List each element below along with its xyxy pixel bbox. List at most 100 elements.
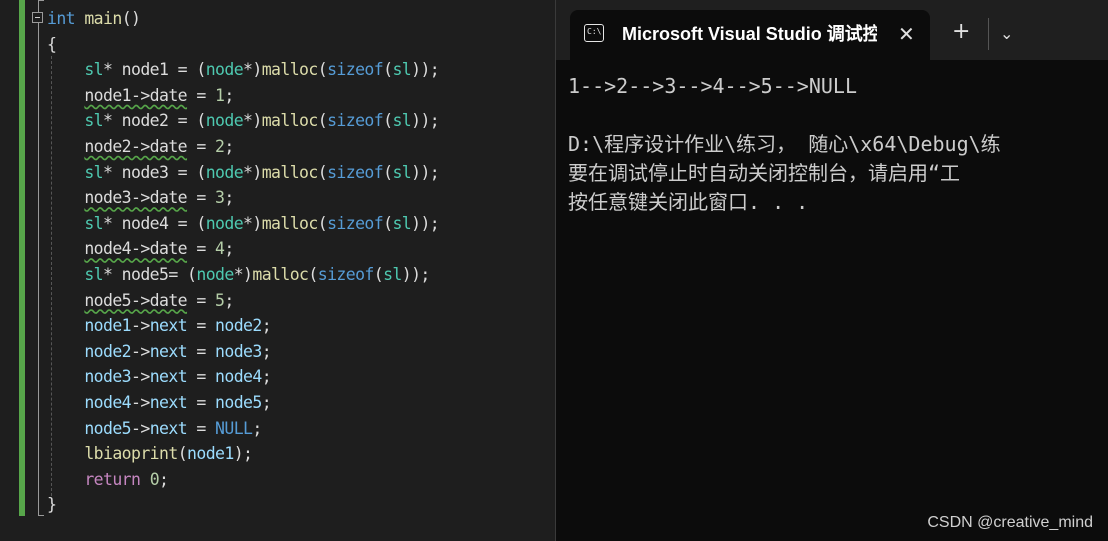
- code-token: ->: [131, 418, 150, 438]
- code-token: ->: [131, 393, 150, 412]
- code-token: sl: [84, 265, 104, 284]
- code-line[interactable]: {: [47, 32, 57, 57]
- code-token: lbiaoprint: [84, 444, 178, 464]
- code-line[interactable]: node4->next = node5;: [47, 390, 271, 415]
- code-token: node1: [84, 316, 132, 336]
- code-line[interactable]: int main(): [47, 6, 141, 31]
- code-token: sizeof: [317, 265, 375, 284]
- code-token: (: [317, 60, 328, 80]
- code-token: =: [187, 393, 216, 412]
- code-token: ;: [261, 367, 272, 387]
- code-token: {: [47, 34, 57, 54]
- code-token: node2: [215, 316, 262, 336]
- code-line[interactable]: node3->next = node4;: [47, 364, 271, 389]
- code-token: node3: [215, 341, 262, 361]
- code-token: ->: [131, 341, 150, 361]
- code-token: (: [177, 444, 188, 464]
- collapse-toggle-icon[interactable]: [32, 12, 43, 23]
- code-line[interactable]: node2->date = 2;: [47, 134, 234, 159]
- code-line[interactable]: node4->date = 4;: [47, 236, 234, 261]
- code-token: ;: [224, 290, 234, 310]
- code-line[interactable]: sl* node3 = (node*)malloc(sizeof(sl));: [47, 160, 439, 185]
- console-window: C:\ Microsoft Visual Studio 调试控制台 ✕ + ⌄ …: [555, 0, 1108, 541]
- code-line[interactable]: lbiaoprint(node1);: [47, 441, 253, 466]
- code-token: sl: [392, 213, 412, 233]
- code-token: =: [187, 85, 216, 105]
- code-token: node5: [84, 418, 132, 438]
- code-token: node: [196, 265, 234, 284]
- code-token: node1->date: [84, 85, 188, 105]
- console-output-line: 1-->2-->3-->4-->5-->NULL: [568, 74, 857, 98]
- code-token: sl: [84, 213, 104, 233]
- code-token: *): [243, 60, 262, 80]
- tab-bar: C:\ Microsoft Visual Studio 调试控制台 ✕ + ⌄: [556, 0, 1108, 60]
- code-token: next: [149, 341, 188, 361]
- code-line[interactable]: }: [47, 492, 57, 517]
- code-token: sizeof: [327, 162, 384, 182]
- code-editor[interactable]: int main(){ sl* node1 = (node*)malloc(si…: [0, 0, 555, 541]
- code-token: }: [47, 495, 57, 515]
- code-token: malloc: [261, 111, 319, 131]
- code-line[interactable]: sl* node4 = (node*)malloc(sizeof(sl));: [47, 211, 439, 236]
- fold-tick-bottom: [38, 515, 44, 516]
- code-line[interactable]: node2->next = node3;: [47, 339, 271, 364]
- code-token: malloc: [261, 60, 319, 80]
- code-line[interactable]: sl* node5= (node*)malloc(sizeof(sl));: [47, 262, 430, 287]
- console-output-line: 按任意键关闭此窗口. . .: [568, 190, 809, 214]
- code-token: =: [187, 316, 216, 336]
- code-token: node4: [84, 393, 132, 412]
- code-token: =: [187, 290, 216, 310]
- code-line[interactable]: node1->next = node2;: [47, 313, 271, 338]
- code-token: node4->date: [84, 239, 188, 259]
- code-token: ));: [401, 265, 431, 284]
- code-line[interactable]: return 0;: [47, 467, 169, 492]
- code-line[interactable]: sl* node2 = (node*)malloc(sizeof(sl));: [47, 108, 439, 133]
- code-token: 1: [215, 85, 225, 105]
- code-token: *): [243, 111, 262, 131]
- code-token: ));: [411, 60, 440, 80]
- code-token: =: [187, 367, 216, 387]
- console-tab[interactable]: C:\ Microsoft Visual Studio 调试控制台 ✕: [570, 10, 930, 60]
- tab-separator: [988, 18, 989, 50]
- fold-tick-top: [38, 0, 44, 1]
- code-line[interactable]: node3->date = 3;: [47, 185, 234, 210]
- code-token: =: [187, 341, 216, 361]
- code-token: (: [317, 213, 328, 233]
- chevron-down-icon[interactable]: ⌄: [1000, 22, 1013, 46]
- code-token: node1: [187, 444, 234, 464]
- code-token: * node5= (: [103, 265, 197, 284]
- code-token: ;: [261, 393, 272, 412]
- code-token: (: [373, 265, 384, 284]
- code-token: NULL: [215, 418, 253, 438]
- code-token: malloc: [261, 213, 319, 233]
- code-token: node5->date: [84, 290, 188, 310]
- code-token: sizeof: [327, 213, 384, 233]
- code-token: );: [233, 444, 253, 464]
- code-token: ;: [159, 469, 169, 489]
- close-icon[interactable]: ✕: [898, 22, 915, 46]
- code-token: * node2 = (: [103, 111, 206, 131]
- new-tab-icon[interactable]: +: [952, 20, 970, 44]
- code-token: * node1 = (: [103, 60, 206, 80]
- code-line[interactable]: node5->date = 5;: [47, 288, 234, 313]
- code-line[interactable]: sl* node1 = (node*)malloc(sizeof(sl));: [47, 57, 439, 82]
- code-token: next: [149, 393, 188, 412]
- code-token: next: [149, 316, 188, 336]
- watermark: CSDN @creative_mind: [927, 514, 1093, 531]
- code-line[interactable]: node5->next = NULL;: [47, 416, 262, 441]
- code-token: 0: [149, 469, 160, 489]
- code-token: node: [205, 111, 244, 131]
- code-token: ;: [252, 418, 262, 438]
- code-token: *): [243, 162, 262, 182]
- code-token: (): [121, 9, 141, 28]
- code-line[interactable]: node1->date = 1;: [47, 83, 234, 108]
